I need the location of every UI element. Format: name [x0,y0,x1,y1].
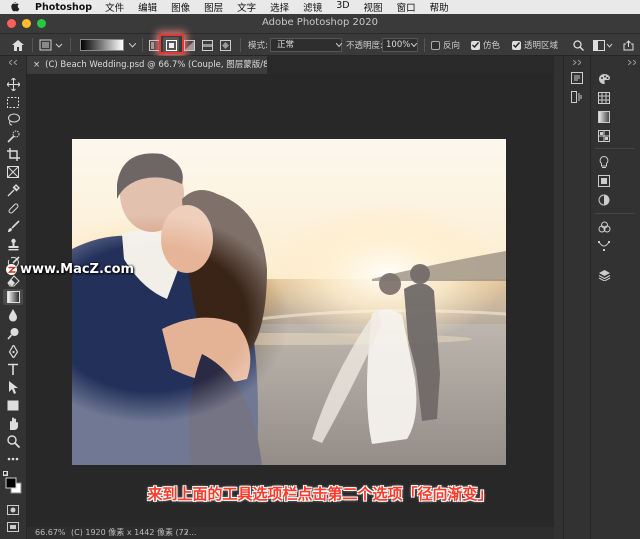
menu-window[interactable]: 窗口 [397,0,416,14]
adjustments-panel-icon[interactable] [595,192,613,208]
reverse-checkbox-box[interactable] [431,40,440,50]
status-chevron-icon[interactable]: › [185,527,188,539]
app-menu[interactable]: Photoshop [35,2,92,13]
mode-label: 模式: [248,41,268,51]
options-bar: 模式: 正常 不透明度: 100% 反向 仿色 透明区域 [0,34,640,56]
watermark: www.MacZ.com [5,262,134,277]
move-tool-icon[interactable] [3,76,23,92]
opacity-label: 不透明度: [346,41,383,51]
window-title: Adobe Photoshop 2020 [262,17,378,28]
tools-panel [0,56,27,539]
quick-mask-icon[interactable] [3,502,23,518]
workspace-icon[interactable] [591,37,615,53]
mode-chevron-icon[interactable] [335,39,343,51]
beach-wedding-photo [72,139,506,465]
search-icon[interactable] [570,37,586,53]
transparency-checkbox[interactable]: 透明区域 [512,39,558,51]
document-canvas-image[interactable] [72,139,506,465]
reverse-checkbox[interactable]: 反向 [431,39,460,51]
menu-image[interactable]: 图像 [171,0,190,14]
macz-logo-icon [6,264,17,275]
menu-type[interactable]: 文字 [237,0,256,14]
reflected-gradient-icon[interactable] [199,37,215,53]
menu-view[interactable]: 视图 [364,0,383,14]
transparency-checkbox-box[interactable] [512,40,521,50]
document-tab[interactable]: × (C) Beach Wedding.psd @ 66.7% (Couple, … [27,56,267,74]
pen-tool-icon[interactable] [3,343,23,359]
document-info[interactable]: (C) 1920 像素 x 1442 像素 (72... [71,527,196,539]
collapse-dock-icon[interactable] [568,58,586,66]
menu-edit[interactable]: 编辑 [138,0,157,14]
opacity-chevron-icon[interactable] [410,39,418,51]
gradients-panel-icon[interactable] [595,109,613,125]
document-tab-strip: × (C) Beach Wedding.psd @ 66.7% (Couple, … [27,56,554,74]
color-panel-icon[interactable] [595,71,613,87]
marquee-tool-icon[interactable] [3,94,23,110]
tool-preset-picker-icon[interactable] [38,38,64,52]
opacity-value: 100% [386,40,411,50]
gradient-tool-icon[interactable] [3,289,23,305]
share-icon[interactable] [620,37,636,53]
dither-checkbox[interactable]: 仿色 [471,39,500,51]
menu-help[interactable]: 帮助 [430,0,449,14]
clone-stamp-tool-icon[interactable] [3,236,23,252]
menu-filter[interactable]: 滤镜 [303,0,322,14]
radial-gradient-highlight [159,34,184,54]
channels-panel-icon[interactable] [595,219,613,235]
collapse-panels-icon[interactable] [623,58,640,66]
healing-brush-tool-icon[interactable] [3,200,23,216]
title-bar: Adobe Photoshop 2020 [0,14,640,34]
screen-mode-icon[interactable] [3,519,23,535]
home-icon[interactable] [10,37,26,53]
properties-panel-icon[interactable] [568,70,586,86]
menu-file[interactable]: 文件 [105,0,124,14]
apple-icon[interactable] [9,1,21,13]
lasso-tool-icon[interactable] [3,111,23,127]
status-bar: 66.67% (C) 1920 像素 x 1442 像素 (72... › [27,527,554,539]
more-tools-icon[interactable] [3,451,23,467]
layers-panel-icon[interactable] [595,267,613,283]
type-tool-icon[interactable] [3,361,23,377]
gradient-picker-chevron-icon[interactable] [127,39,137,51]
zoom-level[interactable]: 66.67% [35,527,66,539]
swatches-panel-icon[interactable] [595,90,613,106]
transparency-label: 透明区域 [524,41,559,51]
dither-label: 仿色 [483,41,501,51]
libraries-panel-icon[interactable] [595,173,613,189]
patterns-panel-icon[interactable] [595,128,613,144]
menu-bar: Photoshop 文件 编辑 图像 图层 文字 选择 滤镜 3D 视图 窗口 … [0,0,640,14]
panel-dock [590,56,640,539]
hand-tool-icon[interactable] [3,415,23,431]
close-tab-icon[interactable]: × [33,60,40,70]
adjustments-brush-icon[interactable] [568,89,586,105]
reverse-label: 反向 [443,41,461,51]
brush-tool-icon[interactable] [3,218,23,234]
menu-layer[interactable]: 图层 [204,0,223,14]
collapsed-panel-dock [563,56,590,539]
paths-panel-icon[interactable] [595,238,613,254]
rectangle-tool-icon[interactable] [3,397,23,413]
dither-checkbox-box[interactable] [471,40,480,50]
learn-panel-icon[interactable] [595,154,613,170]
diamond-gradient-icon[interactable] [217,37,233,53]
eyedropper-tool-icon[interactable] [3,182,23,198]
document-tab-label: (C) Beach Wedding.psd @ 66.7% (Couple, 图… [45,60,267,70]
collapse-tools-icon[interactable] [3,58,23,66]
mode-select[interactable]: 正常 [270,38,342,52]
blur-tool-icon[interactable] [3,307,23,323]
watermark-text: www.MacZ.com [20,262,135,277]
quick-selection-tool-icon[interactable] [3,128,23,144]
photoshop-window: Photoshop 文件 编辑 图像 图层 文字 选择 滤镜 3D 视图 窗口 … [0,0,640,539]
dodge-tool-icon[interactable] [3,325,23,341]
gradient-editor-swatch[interactable] [80,39,124,51]
menu-3d[interactable]: 3D [336,0,349,14]
mode-value: 正常 [277,40,295,50]
zoom-tool-icon[interactable] [3,433,23,449]
tutorial-caption: 来到上面的工具选项栏点击第二个选项「径向渐变」 [147,485,493,503]
menu-select[interactable]: 选择 [270,0,289,14]
crop-tool-icon[interactable] [3,146,23,162]
path-selection-tool-icon[interactable] [3,379,23,395]
frame-tool-icon[interactable] [3,164,23,180]
